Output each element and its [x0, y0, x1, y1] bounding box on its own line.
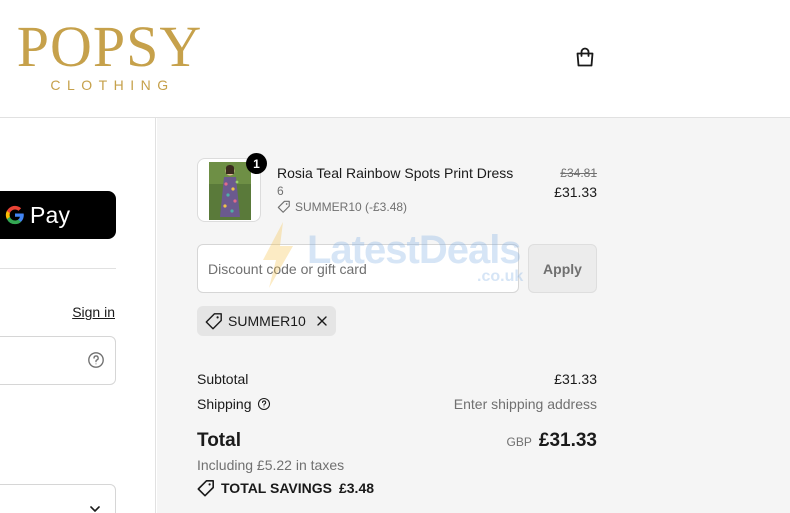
google-g-icon	[5, 205, 24, 225]
savings-label: TOTAL SAVINGS	[221, 480, 332, 496]
quantity-badge: 1	[246, 153, 267, 174]
logo-tagline: CLOTHING	[50, 77, 175, 93]
apply-discount-button[interactable]: Apply	[528, 244, 597, 293]
google-pay-button[interactable]: Pay	[0, 191, 116, 239]
help-circle-icon[interactable]	[257, 397, 271, 411]
sign-in-link[interactable]: Sign in	[72, 304, 115, 320]
logo-wordmark: POPSY	[16, 14, 203, 79]
checkout-form-column: Pay Sign in	[0, 118, 156, 513]
subtotal-row: Subtotal £31.33	[197, 371, 597, 387]
dress-product-image	[209, 162, 251, 220]
tag-icon	[205, 313, 222, 330]
total-value: £31.33	[538, 430, 597, 451]
close-icon[interactable]	[316, 315, 328, 327]
savings-value: £3.48	[338, 480, 375, 496]
currency-code: GBP	[506, 435, 532, 449]
item-discount-text: SUMMER10 (-£3.48)	[295, 200, 408, 214]
tag-icon	[197, 480, 214, 497]
applied-discount-code: SUMMER10	[228, 313, 306, 329]
shopping-bag-icon[interactable]	[573, 45, 597, 69]
shipping-label: Shipping	[197, 396, 252, 412]
divider	[0, 268, 116, 269]
discount-code-input[interactable]	[197, 244, 519, 293]
shipping-row: Shipping Enter shipping address	[197, 396, 597, 412]
total-savings: TOTAL SAVINGS £3.48	[197, 479, 374, 497]
brand-logo[interactable]: POPSY CLOTHING	[7, 14, 212, 94]
discounted-price: £31.33	[554, 184, 597, 200]
site-header: POPSY CLOTHING	[0, 0, 790, 118]
shipping-label-group: Shipping	[197, 396, 271, 412]
subtotal-value: £31.33	[554, 371, 597, 387]
order-summary-panel: 1 Rosia Teal Rainbow Spots Print Dress 6…	[157, 118, 790, 513]
taxes-note: Including £5.22 in taxes	[197, 457, 345, 473]
total-label: Total	[197, 430, 241, 451]
total-row: Total GBP £31.33	[197, 430, 597, 452]
country-select[interactable]	[0, 484, 116, 513]
google-pay-label: Pay	[30, 201, 71, 228]
chevron-down-icon	[90, 506, 100, 512]
subtotal-label: Subtotal	[197, 371, 249, 387]
shipping-value: Enter shipping address	[453, 396, 597, 412]
contact-email-field[interactable]	[0, 336, 116, 385]
tag-icon	[277, 200, 290, 213]
item-discount: SUMMER10 (-£3.48)	[277, 200, 407, 214]
total-amount-group: GBP £31.33	[507, 430, 597, 452]
product-thumbnail: 1	[197, 153, 267, 222]
product-name: Rosia Teal Rainbow Spots Print Dress	[277, 165, 514, 181]
help-circle-icon[interactable]	[87, 351, 105, 369]
original-price: £34.81	[560, 166, 597, 180]
product-variant: 6	[277, 184, 284, 198]
applied-discount-chip: SUMMER10	[197, 306, 336, 336]
